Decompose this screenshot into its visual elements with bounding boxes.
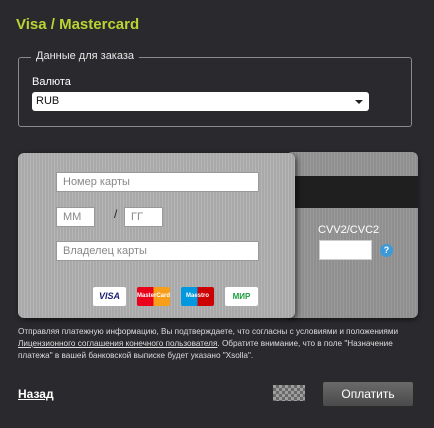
expiry-separator: / [114, 207, 118, 221]
expiry-month-input[interactable]: ММ [56, 207, 95, 227]
provider-logo [273, 385, 305, 401]
page-title: Visa / Mastercard [16, 16, 140, 33]
payment-notice: Отправляя платежную информацию, Вы подтв… [18, 326, 416, 362]
order-details-legend: Данные для заказа [31, 50, 140, 62]
card-number-input[interactable]: Номер карты [56, 172, 259, 192]
maestro-logo: Maestro [181, 287, 214, 306]
card-back: CVV2/CVC2 ? [286, 152, 418, 318]
currency-value: RUB [36, 95, 60, 107]
cvv-input[interactable] [319, 240, 372, 260]
visa-logo: VISA [93, 287, 126, 306]
magnetic-stripe [286, 176, 418, 208]
expiry-year-input[interactable]: ГГ [124, 207, 163, 227]
pay-button[interactable]: Оплатить [322, 381, 414, 407]
help-icon[interactable]: ? [380, 244, 393, 257]
eula-link[interactable]: Лицензионного соглашения конечного польз… [18, 339, 217, 348]
cvv-label: CVV2/CVC2 [318, 224, 380, 236]
chevron-down-icon [355, 100, 363, 104]
currency-select[interactable]: RUB [32, 92, 369, 111]
order-details-fieldset: Данные для заказа Валюта RUB [18, 50, 412, 127]
back-link[interactable]: Назад [18, 387, 54, 401]
cardholder-input[interactable]: Владелец карты [56, 241, 259, 261]
mastercard-logo: MasterCard [137, 287, 170, 306]
notice-text-1: Отправляя платежную информацию, Вы подтв… [18, 327, 399, 336]
card-front: Номер карты ММ / ГГ Владелец карты VISA … [18, 153, 295, 318]
currency-label: Валюта [32, 76, 71, 88]
mir-logo: МИР [225, 287, 258, 306]
